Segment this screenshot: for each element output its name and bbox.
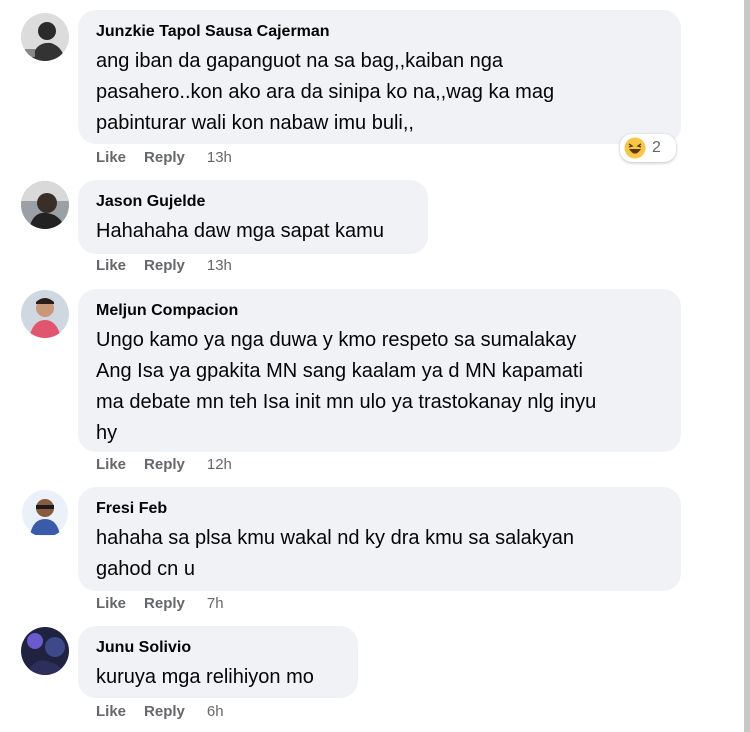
like-button[interactable]: Like [96, 703, 126, 720]
reply-button[interactable]: Reply [144, 257, 185, 274]
laughing-emoji-icon [624, 137, 646, 159]
comment-text: Hahahaha daw mga sapat kamu [96, 216, 410, 247]
comment-line: pasahero..kon ako ara da sinipa ko na,,w… [96, 81, 555, 103]
comment-line: gahod cn u [96, 558, 195, 580]
comment-line: kuruya mga relihiyon mo [96, 666, 314, 688]
comment-timestamp[interactable]: 13h [207, 257, 232, 274]
comment-line: hahaha sa plsa kmu wakal nd ky dra kmu s… [96, 527, 575, 549]
reply-button[interactable]: Reply [144, 149, 185, 166]
comment-text: hahaha sa plsa kmu wakal nd ky dra kmu s… [96, 523, 663, 585]
avatar[interactable] [21, 489, 69, 537]
comment-line: Ang Isa ya gpakita MN sang kaalam ya d M… [96, 360, 583, 382]
comment-bubble: Junzkie Tapol Sausa Cajerman ang iban da… [78, 10, 681, 144]
avatar[interactable] [21, 290, 69, 338]
reaction-count: 2 [652, 139, 661, 156]
comment-timestamp[interactable]: 6h [207, 703, 224, 720]
comment-bubble: Meljun Compacion Ungo kamo ya nga duwa y… [78, 289, 681, 452]
comment-line: pabinturar wali kon nabaw imu buli,, [96, 112, 414, 134]
comment-actions: Like Reply 6h [96, 703, 224, 720]
comment-line: hy [96, 422, 118, 444]
comment-line: ang iban da gapanguot na sa bag,,kaiban … [96, 50, 504, 72]
avatar[interactable] [21, 181, 69, 229]
like-button[interactable]: Like [96, 149, 126, 166]
like-button[interactable]: Like [96, 257, 126, 274]
like-button[interactable]: Like [96, 595, 126, 612]
comment-text: ang iban da gapanguot na sa bag,,kaiban … [96, 46, 663, 139]
comment-author[interactable]: Meljun Compacion [96, 300, 663, 322]
comment-bubble: Fresi Feb hahaha sa plsa kmu wakal nd ky… [78, 487, 681, 591]
comment-line: Hahahaha daw mga sapat kamu [96, 220, 384, 242]
comment-actions: Like Reply 12h [96, 456, 232, 473]
reply-button[interactable]: Reply [144, 703, 185, 720]
comment-text: Ungo kamo ya nga duwa y kmo respeto sa s… [96, 325, 663, 449]
like-button[interactable]: Like [96, 456, 126, 473]
comment-bubble: Junu Solivio kuruya mga relihiyon mo [78, 626, 358, 698]
avatar[interactable] [21, 13, 69, 61]
reply-button[interactable]: Reply [144, 456, 185, 473]
comment-bubble: Jason Gujelde Hahahaha daw mga sapat kam… [78, 180, 428, 254]
comment-author[interactable]: Fresi Feb [96, 498, 663, 520]
comment-line: ma debate mn teh Isa init mn ulo ya tras… [96, 391, 597, 413]
comment-actions: Like Reply 13h [96, 149, 232, 166]
avatar[interactable] [21, 627, 69, 675]
comment-timestamp[interactable]: 7h [207, 595, 224, 612]
comment-timestamp[interactable]: 13h [207, 149, 232, 166]
scrollbar-track[interactable] [744, 0, 750, 732]
comment-author[interactable]: Junzkie Tapol Sausa Cajerman [96, 21, 663, 43]
comment-author[interactable]: Jason Gujelde [96, 191, 410, 213]
comment-actions: Like Reply 13h [96, 257, 232, 274]
reply-button[interactable]: Reply [144, 595, 185, 612]
comment-author[interactable]: Junu Solivio [96, 637, 340, 659]
reaction-badge[interactable]: 2 [620, 134, 676, 162]
comment-timestamp[interactable]: 12h [207, 456, 232, 473]
comment-actions: Like Reply 7h [96, 595, 224, 612]
comment-line: Ungo kamo ya nga duwa y kmo respeto sa s… [96, 329, 577, 351]
comment-text: kuruya mga relihiyon mo [96, 662, 340, 693]
